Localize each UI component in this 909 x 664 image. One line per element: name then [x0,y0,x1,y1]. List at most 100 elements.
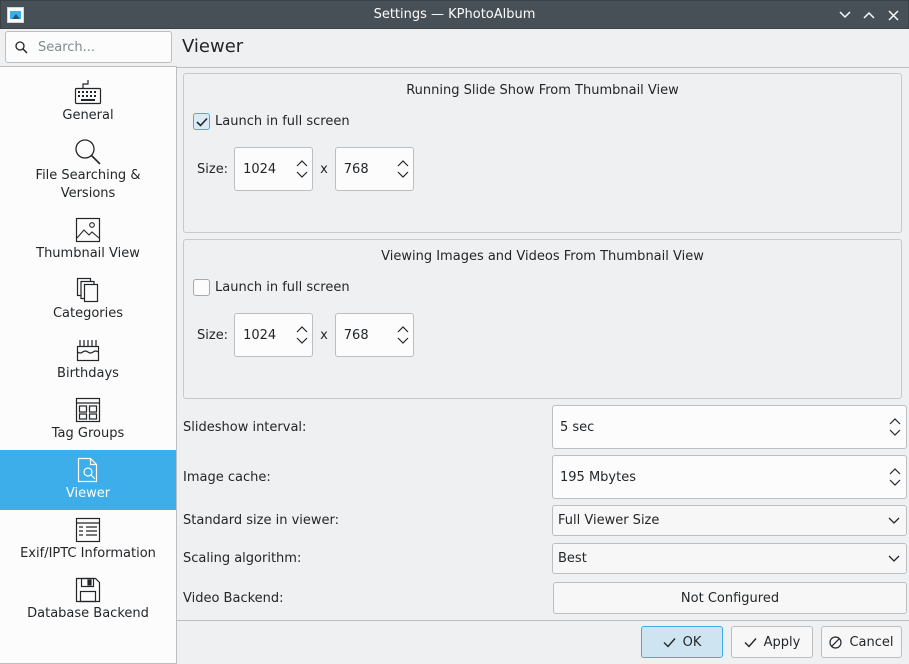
size-separator: x [320,327,328,343]
slideshow-interval-row: Slideshow interval: 5 sec [183,405,907,449]
sidebar-item-general[interactable]: General [0,72,176,132]
sidebar-item-viewer[interactable]: Viewer [0,450,176,510]
cake-icon [73,335,103,365]
slideshow-size-row: Size: 1024 x 768 [197,147,414,191]
viewing-height-spinbox[interactable]: 768 [334,313,414,357]
app-icon[interactable] [7,7,24,23]
maximize-button[interactable] [860,5,878,25]
slideshow-width-spinbox[interactable]: 1024 [234,147,314,191]
sidebar-item-label: Exif/IPTC Information [20,546,156,561]
standard-size-row: Standard size in viewer: Full Viewer Siz… [183,505,907,536]
floppy-icon [73,575,103,605]
title-bar: Settings — KPhotoAlbum [0,0,909,29]
image-cache-label: Image cache: [183,469,271,485]
sidebar-item-label: Database Backend [27,606,149,621]
scaling-algorithm-label: Scaling algorithm: [183,551,302,566]
spinbox-value: 768 [343,161,369,177]
sidebar-item-label: Categories [52,306,124,321]
viewing-groupbox: Viewing Images and Videos From Thumbnail… [183,239,902,399]
image-cache-row: Image cache: 195 Mbytes [183,455,907,499]
close-button[interactable] [884,5,902,25]
grid-icon [73,395,103,425]
keyboard-icon [73,77,103,107]
checkbox-label: Launch in full screen [215,114,350,129]
slideshow-height-spinbox[interactable]: 768 [334,147,414,191]
sidebar-item-file-searching[interactable]: File Searching & Versions [0,132,176,204]
combobox-value: Full Viewer Size [558,513,660,528]
viewing-size-row: Size: 1024 x 768 [197,313,414,357]
table-icon [73,515,103,545]
page-list: General File Searching & Versions Thumbn… [0,66,177,664]
window-title: Settings — KPhotoAlbum [373,7,536,22]
checkmark-icon [663,637,676,648]
ok-button[interactable]: OK [641,626,723,658]
cancel-button[interactable]: Cancel [821,626,902,658]
sidebar-item-tag-groups[interactable]: Tag Groups [0,390,176,450]
spin-arrows-icon[interactable] [397,159,409,179]
ok-button-label: OK [682,634,702,650]
sidebar-item-label: Thumbnail View [36,246,140,261]
checkmark-icon [195,117,208,127]
standard-size-combobox[interactable]: Full Viewer Size [552,505,907,536]
sidebar-item-thumbnail-view[interactable]: Thumbnail View [0,210,176,270]
size-label: Size: [197,327,229,343]
spinbox-value: 5 sec [560,419,595,435]
sidebar-item-categories[interactable]: Categories [0,270,176,330]
spin-arrows-icon[interactable] [889,467,901,487]
slideshow-fullscreen-checkbox-row[interactable]: Launch in full screen [193,113,350,130]
viewing-width-spinbox[interactable]: 1024 [234,313,314,357]
checkbox-label: Launch in full screen [215,280,350,295]
groupbox-title: Viewing Images and Videos From Thumbnail… [381,249,704,264]
spin-arrows-icon[interactable] [296,325,308,345]
spinbox-value: 768 [343,327,369,343]
checkmark-icon [744,637,757,648]
cancel-button-label: Cancel [849,634,894,650]
image-cache-spinbox[interactable]: 195 Mbytes [552,455,907,499]
button-bar-divider [177,620,909,621]
apply-button[interactable]: Apply [731,626,813,658]
chevron-down-icon [888,517,900,524]
sidebar-item-label: File Searching & Versions [35,168,141,201]
chevron-down-icon [839,11,851,19]
search-box[interactable] [5,31,172,63]
spin-arrows-icon[interactable] [397,325,409,345]
main-panel: Viewer Running Slide Show From Thumbnail… [177,29,909,664]
documents-icon [73,275,103,305]
page-title: Viewer [182,36,244,57]
sidebar: General File Searching & Versions Thumbn… [0,29,177,664]
close-icon [887,9,899,21]
magnifier-icon [73,137,103,167]
viewing-fullscreen-checkbox-row[interactable]: Launch in full screen [193,279,350,296]
sidebar-item-label: Tag Groups [51,426,125,441]
size-label: Size: [197,161,229,177]
size-separator: x [320,161,328,177]
slideshow-groupbox: Running Slide Show From Thumbnail View L… [183,73,902,233]
document-search-icon [73,455,103,485]
search-input[interactable] [38,39,156,55]
sidebar-item-exif-iptc[interactable]: Exif/IPTC Information [0,510,176,570]
spin-arrows-icon[interactable] [296,159,308,179]
standard-size-label: Standard size in viewer: [183,513,340,528]
sidebar-item-birthdays[interactable]: Birthdays [0,330,176,390]
video-backend-row: Video Backend: Not Configured [183,582,907,614]
minimize-button[interactable] [836,5,854,25]
spinbox-value: 1024 [243,327,277,343]
groupbox-title: Running Slide Show From Thumbnail View [406,83,679,98]
scaling-algorithm-combobox[interactable]: Best [552,543,907,574]
viewing-fullscreen-checkbox[interactable] [193,279,210,296]
slideshow-fullscreen-checkbox[interactable] [193,113,210,130]
sidebar-item-label: Viewer [65,486,111,501]
slideshow-interval-label: Slideshow interval: [183,419,307,435]
spinbox-value: 195 Mbytes [560,469,636,485]
chevron-down-icon [888,555,900,562]
slideshow-interval-spinbox[interactable]: 5 sec [552,405,907,449]
spin-arrows-icon[interactable] [889,417,901,437]
video-backend-button[interactable]: Not Configured [553,582,907,614]
spinbox-value: 1024 [243,161,277,177]
search-icon [15,40,28,54]
sidebar-item-label: Birthdays [57,366,119,381]
scaling-algorithm-row: Scaling algorithm: Best [183,543,907,574]
cancel-icon [829,635,843,649]
sidebar-item-database-backend[interactable]: Database Backend [0,570,176,630]
combobox-value: Best [558,551,587,566]
